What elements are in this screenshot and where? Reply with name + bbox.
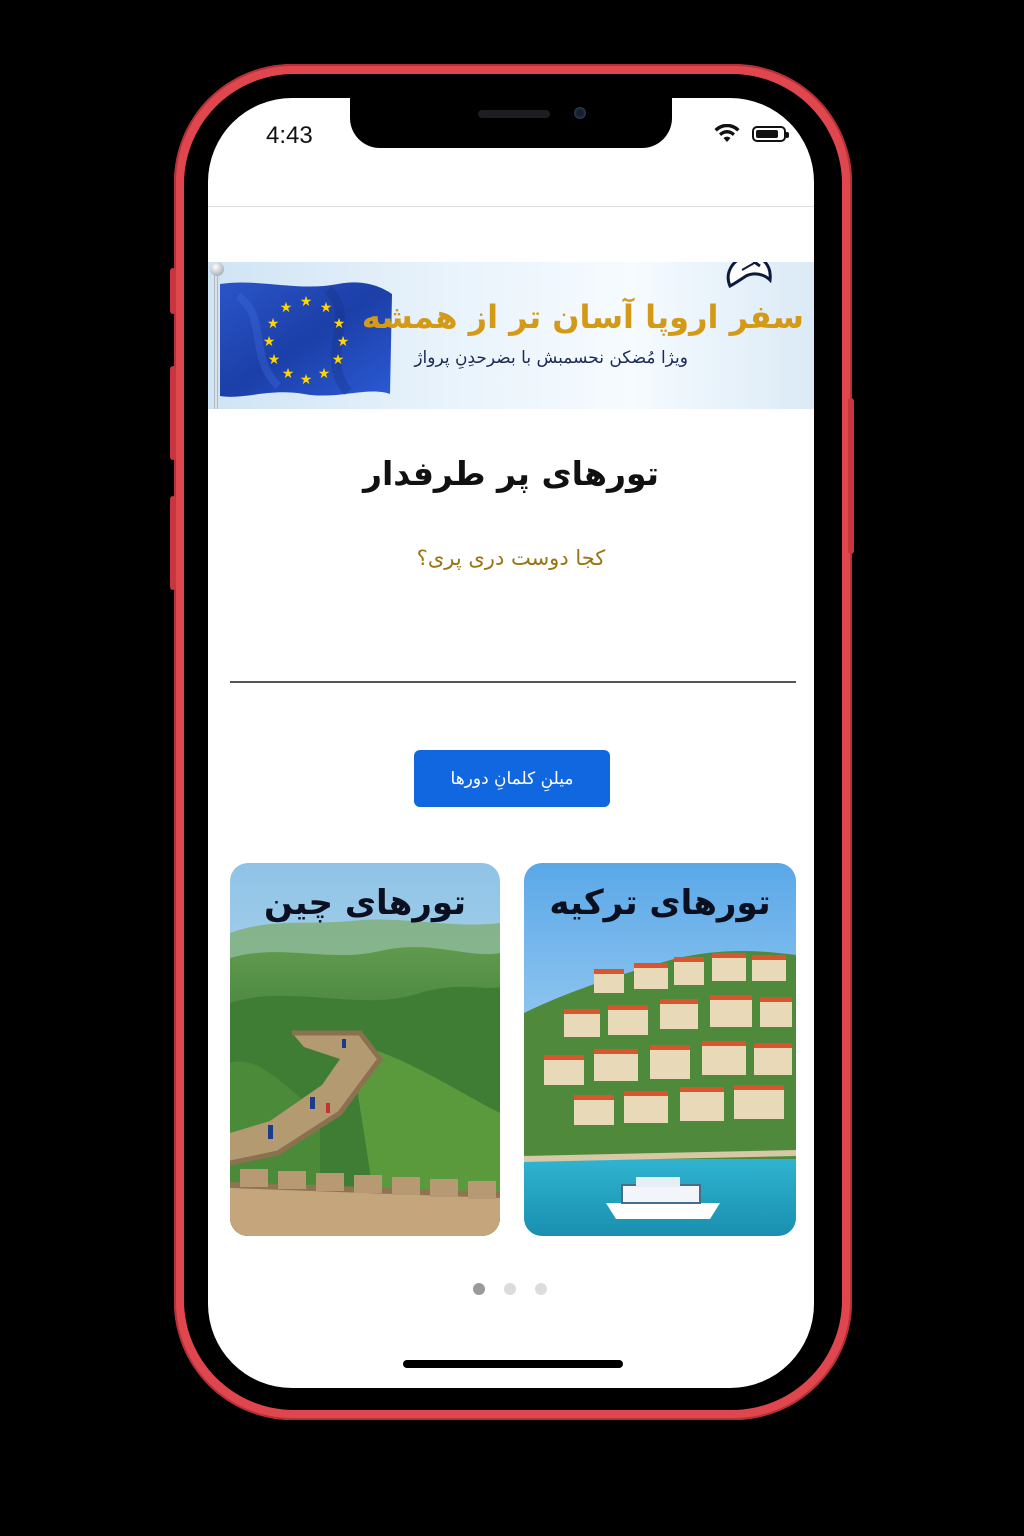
popular-tours-subtitle: کجا دوست دری پری؟ bbox=[416, 546, 606, 570]
tour-card-turkey[interactable]: تورهای ترکیه bbox=[524, 863, 796, 1236]
screen: 4:43 ★ ★ ★ ★ ★ ★ ★ ★ ★ ★ ★ ★ سفر اروپا آ… bbox=[208, 98, 814, 1388]
svg-text:★: ★ bbox=[320, 300, 333, 316]
svg-text:★: ★ bbox=[280, 300, 293, 316]
svg-text:★: ★ bbox=[337, 334, 350, 350]
svg-text:★: ★ bbox=[300, 294, 313, 310]
battery-icon bbox=[752, 126, 789, 142]
promo-banner[interactable]: ★ ★ ★ ★ ★ ★ ★ ★ ★ ★ ★ ★ سفر اروپا آسان ت… bbox=[208, 262, 814, 409]
flagpole-finial bbox=[210, 262, 224, 276]
section-divider bbox=[230, 681, 796, 683]
carousel-dot-3[interactable] bbox=[535, 1283, 547, 1295]
svg-text:★: ★ bbox=[318, 366, 331, 382]
carousel-dot-2[interactable] bbox=[504, 1283, 516, 1295]
popular-tours-title: تورهای پر طرفدار bbox=[362, 454, 660, 493]
banner-subtitle: ویژا مُضکن نحسمبش با بضرحدِنِ پرواژ bbox=[414, 348, 688, 368]
front-camera bbox=[574, 107, 586, 119]
header-divider bbox=[208, 206, 814, 207]
home-indicator[interactable] bbox=[403, 1360, 623, 1368]
view-all-tours-button[interactable]: میلنِ کلمانِ دورها bbox=[414, 750, 610, 807]
carousel-pagination[interactable] bbox=[473, 1283, 547, 1295]
svg-text:★: ★ bbox=[263, 334, 276, 350]
banner-title: سفر اروپا آسان تر از همشه bbox=[361, 298, 804, 336]
side-button-volume-up bbox=[170, 366, 176, 460]
notch bbox=[350, 98, 672, 148]
tour-card-turkey-title: تورهای ترکیه bbox=[549, 883, 771, 923]
svg-text:★: ★ bbox=[268, 352, 281, 368]
side-button-power bbox=[848, 398, 854, 554]
status-time: 4:43 bbox=[266, 122, 313, 149]
wifi-icon bbox=[714, 124, 740, 142]
svg-text:★: ★ bbox=[267, 316, 280, 332]
tour-card-china[interactable]: تورهای چین bbox=[230, 863, 500, 1236]
battery-level bbox=[756, 130, 778, 138]
speaker bbox=[478, 110, 550, 118]
agency-logo-icon bbox=[726, 262, 772, 289]
svg-text:★: ★ bbox=[300, 372, 313, 388]
svg-text:★: ★ bbox=[282, 366, 295, 382]
svg-text:★: ★ bbox=[332, 352, 345, 368]
tour-card-china-title: تورهای چین bbox=[264, 883, 466, 923]
carousel-dot-1[interactable] bbox=[473, 1283, 485, 1295]
eu-flag-icon: ★ ★ ★ ★ ★ ★ ★ ★ ★ ★ ★ ★ bbox=[220, 282, 392, 397]
side-button-volume-down bbox=[170, 496, 176, 590]
side-button-mute bbox=[170, 268, 176, 314]
svg-text:★: ★ bbox=[333, 316, 346, 332]
